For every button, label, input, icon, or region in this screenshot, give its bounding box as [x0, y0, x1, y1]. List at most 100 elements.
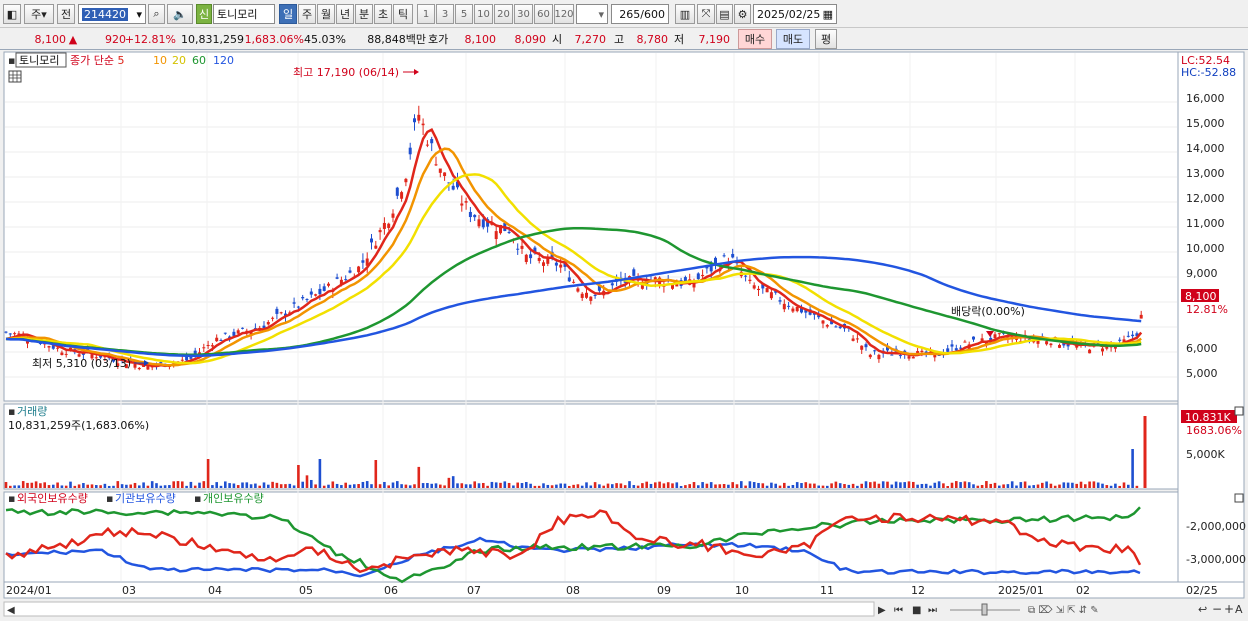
count-5[interactable]: 5: [455, 4, 473, 24]
eval-button[interactable]: 평: [815, 29, 837, 49]
search-icon[interactable]: ⌕: [148, 4, 165, 24]
close-icon[interactable]: [1234, 493, 1244, 503]
volume-bar: [1101, 483, 1104, 488]
table-icon[interactable]: [8, 70, 22, 83]
count-3[interactable]: 3: [436, 4, 454, 24]
candle-body: [185, 356, 189, 361]
ma120-legend: 120: [213, 54, 234, 67]
volume-bar: [39, 483, 42, 488]
stop-icon[interactable]: ■: [912, 605, 921, 616]
compare-icon[interactable]: ▤: [716, 4, 733, 24]
period-week[interactable]: 주: [298, 4, 316, 24]
custom-count-select[interactable]: ▾: [576, 4, 608, 24]
low-annotation: 최저 5,310 (03/13): [32, 357, 131, 370]
fast-forward-icon[interactable]: ⏭: [928, 605, 937, 616]
candle-body: [370, 238, 373, 243]
volume-bar: [215, 482, 218, 488]
panel-menu-icon[interactable]: ▪: [8, 54, 15, 67]
volume-bar: [856, 485, 859, 488]
open-price: 7,270: [574, 32, 607, 46]
volume-bar: [1109, 485, 1113, 488]
volume-bar: [279, 484, 283, 488]
candle-body: [296, 306, 300, 308]
stock-chart[interactable]: ▪ 토니모리 종가 단순 5 10 20 60 120 LC:52.54 HC:…: [0, 50, 1248, 621]
volume-bar: [1075, 483, 1078, 488]
volume-bar: [946, 485, 949, 488]
scroll-right-icon[interactable]: ▶: [878, 605, 886, 616]
volume-bar: [47, 485, 51, 488]
count-30[interactable]: 30: [514, 4, 533, 24]
volume-bar: [709, 482, 713, 488]
volume-bar: [834, 481, 838, 488]
horizontal-scrollbar[interactable]: [3, 601, 875, 617]
period-second[interactable]: 초: [374, 4, 392, 24]
gear-icon[interactable]: ⚙: [734, 4, 751, 24]
period-minute[interactable]: 분: [355, 4, 373, 24]
date-input[interactable]: 2025/02/25 ▦: [753, 4, 837, 24]
volume-bar: [731, 482, 734, 488]
window-icon[interactable]: ◧: [3, 4, 21, 24]
volume-bar: [628, 481, 631, 488]
period-month[interactable]: 월: [317, 4, 335, 24]
candle-body: [632, 269, 636, 276]
candle-body: [911, 357, 915, 359]
count-1[interactable]: 1: [417, 4, 435, 24]
volume-bar: [727, 484, 730, 488]
volume-bar: [507, 482, 511, 488]
rewind-icon[interactable]: ⏮: [894, 605, 903, 616]
prev-button[interactable]: 전: [57, 4, 75, 24]
volume-bar: [929, 485, 932, 488]
candle-body: [1131, 334, 1135, 337]
candle-body: [443, 172, 447, 177]
count-10[interactable]: 10: [474, 4, 493, 24]
x-tick: 06: [384, 584, 398, 597]
volume-panel-icon[interactable]: ▪: [8, 405, 15, 418]
volume-bar: [649, 483, 653, 488]
stock-code-input[interactable]: 214420 ▾: [78, 4, 146, 24]
period-day[interactable]: 일: [279, 4, 297, 24]
zoom-slider-handle[interactable]: [981, 603, 988, 616]
volume-bar: [482, 482, 485, 488]
candle-body: [309, 291, 313, 295]
candle-body: [219, 340, 223, 342]
candle-body: [795, 306, 799, 312]
zoom-in-icon[interactable]: ↩: [1198, 603, 1207, 616]
font-size-icon[interactable]: A: [1235, 603, 1243, 616]
calendar-icon[interactable]: ▦: [823, 8, 833, 21]
candle-body: [572, 281, 576, 283]
volume-bar: [469, 484, 472, 488]
up-arrow-icon: ▲: [68, 32, 78, 46]
volume-bar: [744, 485, 747, 488]
zoom-out-icon[interactable]: −: [1212, 602, 1222, 616]
bar-count-field[interactable]: 265/600: [611, 4, 669, 24]
count-120[interactable]: 120: [554, 4, 574, 24]
count-60[interactable]: 60: [534, 4, 553, 24]
sell-button[interactable]: 매도: [776, 29, 810, 49]
volume-bar: [1105, 485, 1109, 488]
volume-bar: [490, 481, 494, 488]
candle-body: [838, 326, 842, 329]
period-type-select[interactable]: 주 ▾: [24, 4, 54, 24]
chart-tools-icon[interactable]: ▥: [675, 4, 695, 24]
volume-bar: [873, 481, 876, 488]
volume-bar: [26, 482, 29, 488]
indicator-icon[interactable]: ⤧: [697, 4, 715, 24]
chart-options-icons[interactable]: ⧉ ⌦ ⇲ ⇱ ⇵ ✎: [1028, 605, 1099, 616]
period-tick[interactable]: 틱: [393, 4, 413, 24]
volume-bar: [529, 483, 532, 488]
volume-bar: [1045, 481, 1048, 488]
volume-bar: [82, 483, 85, 488]
count-20[interactable]: 20: [494, 4, 513, 24]
scroll-left-icon[interactable]: ◀: [7, 605, 15, 616]
candle-body: [146, 366, 150, 370]
buy-button[interactable]: 매수: [738, 29, 772, 49]
speaker-icon[interactable]: 🔈: [167, 4, 193, 24]
period-year[interactable]: 년: [336, 4, 354, 24]
volume-bar: [537, 485, 541, 488]
holding-panel-icon[interactable]: ▪: [8, 492, 15, 505]
close-icon[interactable]: [1234, 406, 1244, 416]
stock-name-field[interactable]: 토니모리: [213, 4, 275, 24]
volume-bar: [645, 481, 648, 488]
add-icon[interactable]: +: [1224, 602, 1234, 616]
volume-bar: [228, 483, 231, 488]
